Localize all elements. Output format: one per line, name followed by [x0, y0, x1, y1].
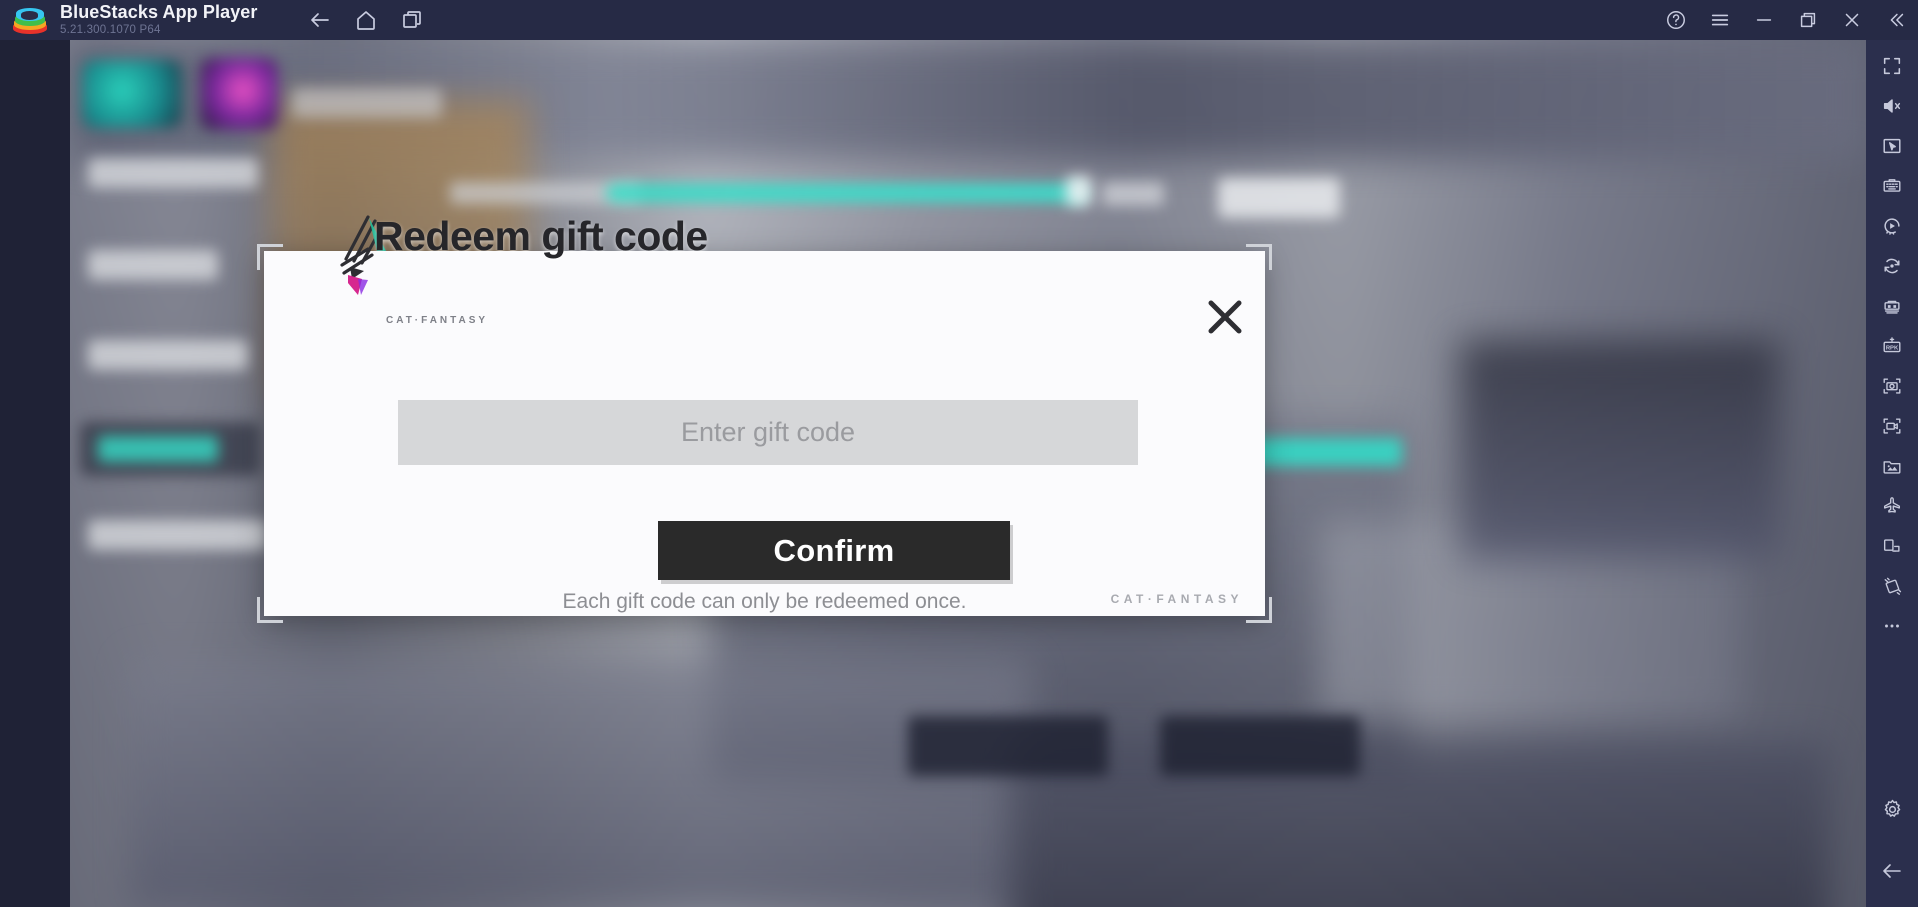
pointer-in-frame-icon[interactable]	[1870, 126, 1914, 166]
maximize-icon[interactable]	[1786, 0, 1830, 40]
blurred-menu-item	[88, 340, 248, 370]
close-icon[interactable]	[1199, 291, 1251, 343]
device-rotate-icon[interactable]	[1870, 526, 1914, 566]
arrow-left-icon[interactable]	[300, 0, 340, 40]
question-circle-icon[interactable]	[1654, 0, 1698, 40]
brand-subtitle: CAT·FANTASY	[386, 315, 489, 326]
blurred-app-icon	[82, 60, 182, 128]
close-icon[interactable]	[1830, 0, 1874, 40]
rotate-circle-icon[interactable]	[1870, 246, 1914, 286]
chevrons-left-icon[interactable]	[1874, 0, 1918, 40]
home-icon[interactable]	[346, 0, 386, 40]
bluestacks-window: CAT·FANTASY Redeem gift code Confirm Eac…	[0, 0, 1918, 907]
keyboard-icon[interactable]	[1870, 166, 1914, 206]
rpk-install-icon[interactable]: RPK	[1870, 326, 1914, 366]
bg-streak	[1460, 340, 1780, 560]
blurred-slider-knob	[1066, 176, 1092, 206]
blurred-menu-item	[88, 520, 268, 550]
android-screen[interactable]: CAT·FANTASY Redeem gift code Confirm Eac…	[70, 40, 1866, 907]
bg-streak	[1010, 740, 1830, 907]
app-version: 5.21.300.1070 P64	[60, 24, 161, 37]
blurred-bottom-button	[1160, 716, 1360, 776]
instance-manager-icon[interactable]	[1870, 286, 1914, 326]
confirm-button[interactable]: Confirm	[658, 521, 1010, 580]
blurred-menu-selected-label	[98, 436, 218, 462]
blurred-slider-value	[1102, 182, 1164, 206]
play-dial-icon[interactable]	[1870, 206, 1914, 246]
dialog-title: Redeem gift code	[374, 213, 708, 259]
redeem-gift-code-dialog: CAT·FANTASY Redeem gift code Confirm Eac…	[257, 213, 1272, 623]
bluestacks-logo	[13, 5, 47, 35]
gear-icon[interactable]	[1870, 789, 1914, 829]
video-frame-icon[interactable]	[1870, 406, 1914, 446]
minimize-icon[interactable]	[1742, 0, 1786, 40]
blurred-bottom-button	[908, 716, 1108, 776]
dialog-watermark: CAT·FANTASY	[1110, 592, 1243, 606]
window-titlebar: BlueStacks App Player 5.21.300.1070 P64	[0, 0, 1918, 40]
blurred-slider-track	[606, 184, 1086, 202]
bg-streak	[130, 660, 1030, 907]
image-folder-icon[interactable]	[1870, 446, 1914, 486]
blurred-menu-item	[88, 250, 218, 280]
blurred-app-icon	[200, 58, 278, 130]
blurred-settings-title	[292, 88, 442, 118]
arrow-left-icon[interactable]	[1870, 851, 1914, 891]
bluestacks-sidebar: RPK	[1866, 40, 1918, 907]
airplane-icon[interactable]	[1870, 486, 1914, 526]
app-title: BlueStacks App Player	[60, 2, 258, 23]
hamburger-menu-icon[interactable]	[1698, 0, 1742, 40]
window-controls	[1654, 0, 1918, 40]
blurred-reset-button	[1218, 178, 1340, 218]
shake-icon[interactable]	[1870, 566, 1914, 606]
ellipsis-icon[interactable]	[1870, 606, 1914, 646]
gift-code-input[interactable]	[398, 400, 1138, 465]
blurred-menu-item	[88, 158, 258, 188]
fullscreen-icon[interactable]	[1870, 46, 1914, 86]
svg-text:RPK: RPK	[1886, 345, 1899, 351]
camera-frame-icon[interactable]	[1870, 366, 1914, 406]
speaker-mute-icon[interactable]	[1870, 86, 1914, 126]
multi-instance-icon[interactable]	[392, 0, 432, 40]
